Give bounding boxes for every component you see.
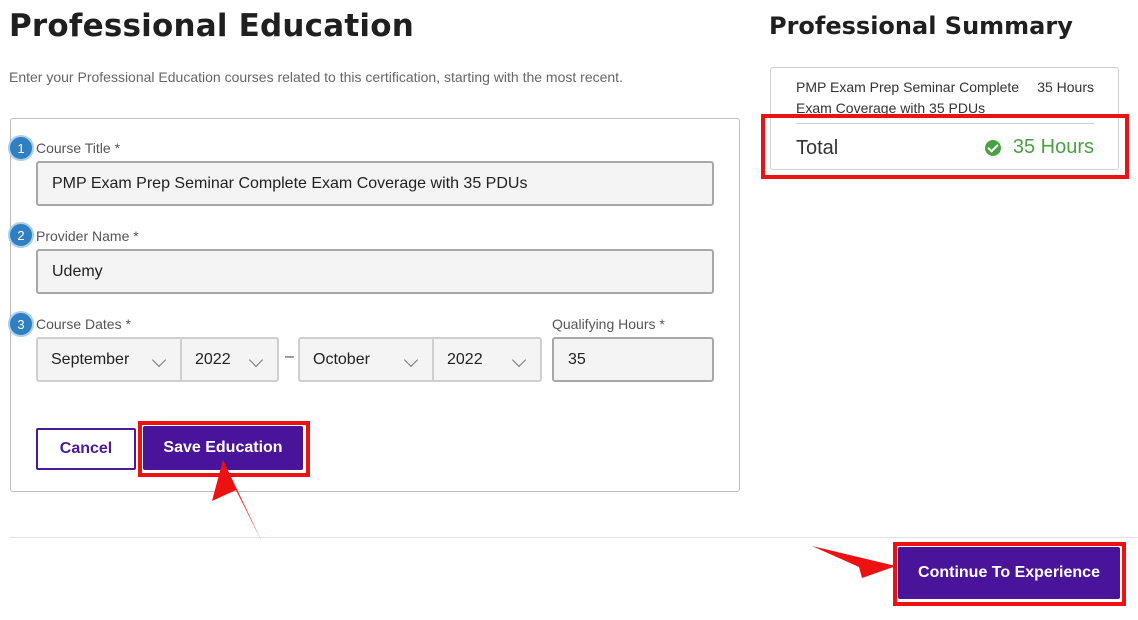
arrow-to-save-icon — [212, 460, 262, 542]
annotation-arrows — [212, 460, 896, 578]
arrow-to-continue-icon — [812, 546, 896, 578]
